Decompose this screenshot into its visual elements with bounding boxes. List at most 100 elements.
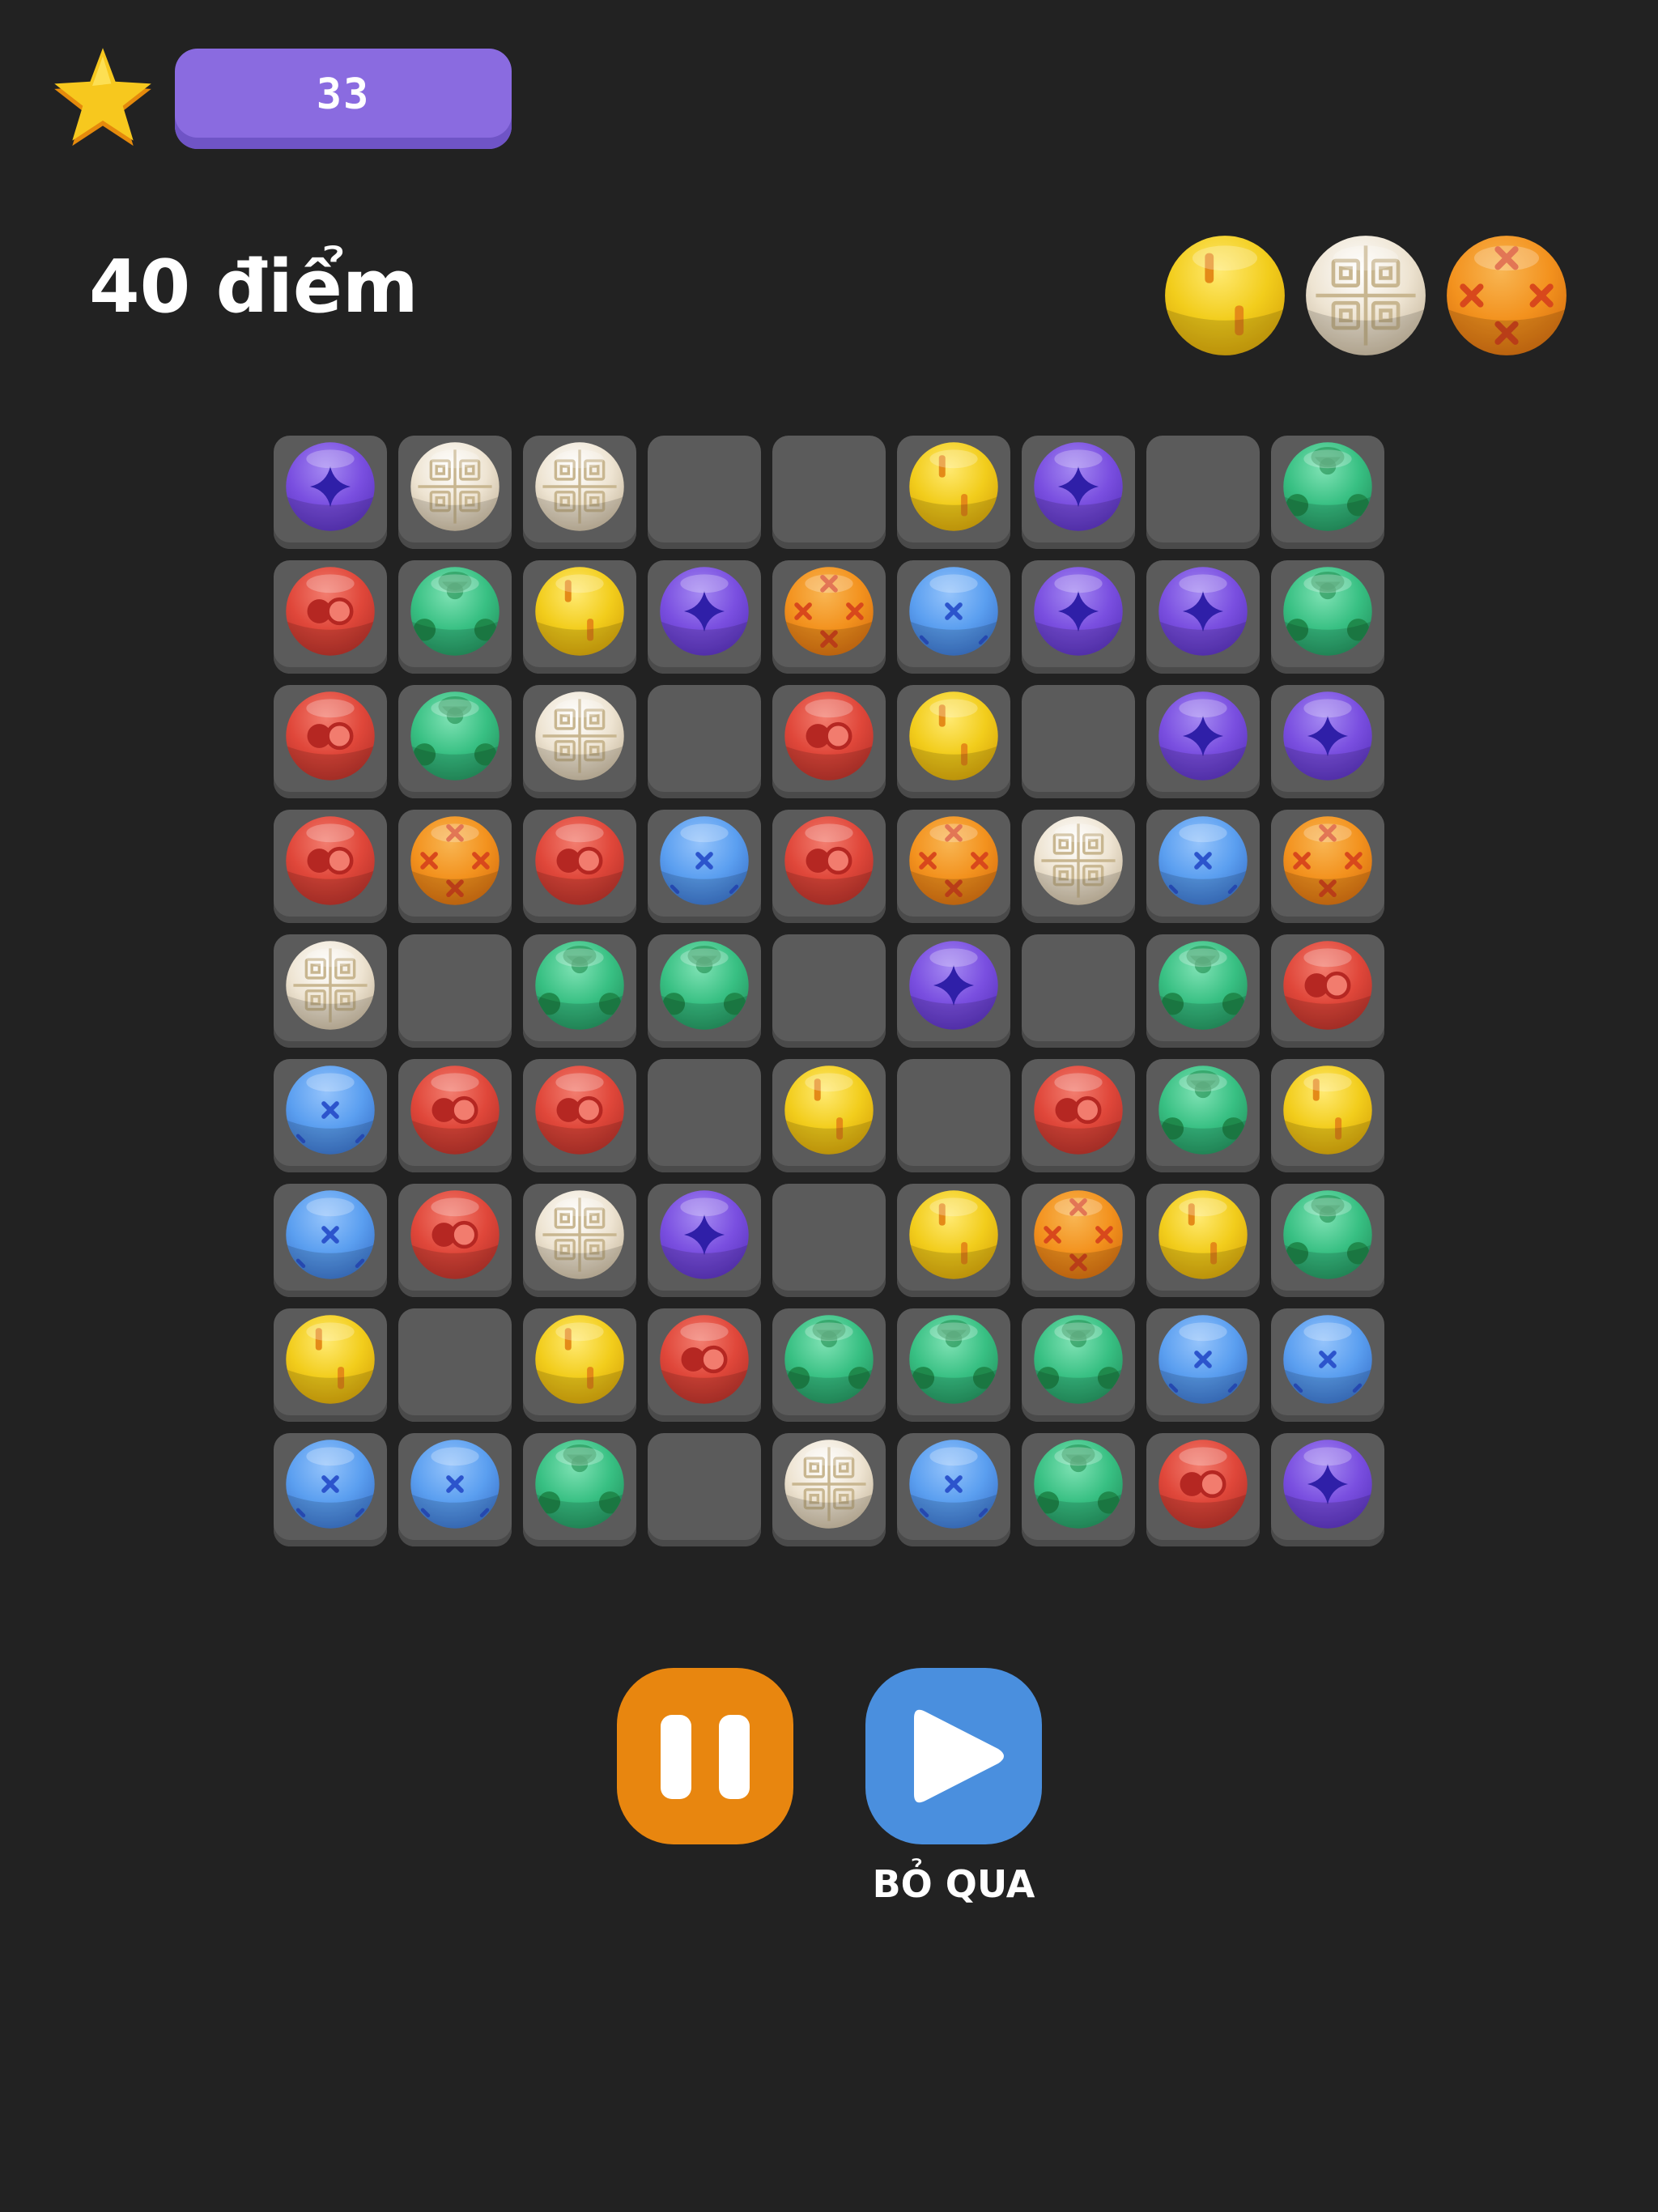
- green-ball[interactable]: [1032, 1438, 1124, 1530]
- yellow-ball[interactable]: [908, 1189, 1000, 1281]
- green-ball[interactable]: [1282, 1189, 1374, 1281]
- board-cell[interactable]: [897, 934, 1010, 1048]
- purple-ball[interactable]: [1282, 1438, 1374, 1530]
- board-cell[interactable]: [897, 810, 1010, 923]
- cream-ball[interactable]: [783, 1438, 875, 1530]
- board-cell[interactable]: [1022, 685, 1135, 798]
- board-cell[interactable]: [1146, 560, 1260, 674]
- green-ball[interactable]: [1282, 440, 1374, 533]
- green-ball[interactable]: [1282, 565, 1374, 657]
- board-cell[interactable]: [897, 685, 1010, 798]
- board-cell[interactable]: [1146, 810, 1260, 923]
- red-ball[interactable]: [783, 815, 875, 907]
- red-ball[interactable]: [534, 1064, 626, 1156]
- board-cell[interactable]: [523, 685, 636, 798]
- board-cell[interactable]: [1022, 810, 1135, 923]
- yellow-ball[interactable]: [534, 1313, 626, 1406]
- yellow-ball[interactable]: [1282, 1064, 1374, 1156]
- cream-ball[interactable]: [284, 939, 376, 1032]
- yellow-ball[interactable]: [534, 565, 626, 657]
- yellow-ball[interactable]: [284, 1313, 376, 1406]
- green-ball[interactable]: [1032, 1313, 1124, 1406]
- red-ball[interactable]: [1157, 1438, 1249, 1530]
- board-cell[interactable]: [648, 1308, 761, 1422]
- blue-ball[interactable]: [908, 1438, 1000, 1530]
- board-cell[interactable]: [772, 1059, 886, 1172]
- board-cell[interactable]: [772, 1433, 886, 1546]
- cream-ball[interactable]: [1032, 815, 1124, 907]
- board-cell[interactable]: [648, 934, 761, 1048]
- board-cell[interactable]: [772, 560, 886, 674]
- board-cell[interactable]: [897, 1308, 1010, 1422]
- purple-ball[interactable]: [658, 1189, 750, 1281]
- board-cell[interactable]: [274, 560, 387, 674]
- board-cell[interactable]: [1146, 1308, 1260, 1422]
- yellow-ball[interactable]: [783, 1064, 875, 1156]
- green-ball[interactable]: [409, 565, 501, 657]
- orange-ball[interactable]: [783, 565, 875, 657]
- board-cell[interactable]: [1022, 934, 1135, 1048]
- board-cell[interactable]: [398, 1059, 512, 1172]
- orange-ball[interactable]: [1032, 1189, 1124, 1281]
- purple-ball[interactable]: [908, 939, 1000, 1032]
- board-cell[interactable]: [1022, 1308, 1135, 1422]
- cream-ball[interactable]: [409, 440, 501, 533]
- board-cell[interactable]: [523, 1059, 636, 1172]
- yellow-ball[interactable]: [1157, 1189, 1249, 1281]
- board-cell[interactable]: [398, 560, 512, 674]
- board-cell[interactable]: [1146, 1059, 1260, 1172]
- board-cell[interactable]: [398, 810, 512, 923]
- purple-ball[interactable]: [1032, 440, 1124, 533]
- board-cell[interactable]: [1146, 934, 1260, 1048]
- cream-ball[interactable]: [534, 440, 626, 533]
- red-ball[interactable]: [409, 1189, 501, 1281]
- board-cell[interactable]: [523, 560, 636, 674]
- board-cell[interactable]: [648, 560, 761, 674]
- board-cell[interactable]: [274, 685, 387, 798]
- green-ball[interactable]: [1157, 1064, 1249, 1156]
- purple-ball[interactable]: [1157, 690, 1249, 782]
- board-cell[interactable]: [1271, 685, 1384, 798]
- board-cell[interactable]: [1271, 1433, 1384, 1546]
- green-ball[interactable]: [783, 1313, 875, 1406]
- board-cell[interactable]: [1146, 436, 1260, 549]
- board-cell[interactable]: [897, 560, 1010, 674]
- blue-ball[interactable]: [284, 1438, 376, 1530]
- board-cell[interactable]: [1022, 560, 1135, 674]
- board-cell[interactable]: [648, 810, 761, 923]
- green-ball[interactable]: [1157, 939, 1249, 1032]
- red-ball[interactable]: [1032, 1064, 1124, 1156]
- red-ball[interactable]: [534, 815, 626, 907]
- board-cell[interactable]: [1022, 1059, 1135, 1172]
- board-cell[interactable]: [398, 1308, 512, 1422]
- red-ball[interactable]: [284, 815, 376, 907]
- board-cell[interactable]: [648, 436, 761, 549]
- board-cell[interactable]: [274, 1059, 387, 1172]
- board-cell[interactable]: [274, 436, 387, 549]
- board-cell[interactable]: [648, 1059, 761, 1172]
- board-cell[interactable]: [398, 934, 512, 1048]
- orange-ball[interactable]: [409, 815, 501, 907]
- yellow-ball[interactable]: [908, 690, 1000, 782]
- board-cell[interactable]: [648, 685, 761, 798]
- board-cell[interactable]: [1271, 1184, 1384, 1297]
- purple-ball[interactable]: [1157, 565, 1249, 657]
- green-ball[interactable]: [908, 1313, 1000, 1406]
- board-cell[interactable]: [1271, 560, 1384, 674]
- board-cell[interactable]: [648, 1433, 761, 1546]
- green-ball[interactable]: [534, 1438, 626, 1530]
- red-ball[interactable]: [284, 690, 376, 782]
- board-cell[interactable]: [398, 1433, 512, 1546]
- board-cell[interactable]: [1146, 1433, 1260, 1546]
- cream-ball[interactable]: [534, 690, 626, 782]
- board-cell[interactable]: [523, 1308, 636, 1422]
- board-cell[interactable]: [1271, 934, 1384, 1048]
- board-cell[interactable]: [274, 1184, 387, 1297]
- red-ball[interactable]: [658, 1313, 750, 1406]
- green-ball[interactable]: [658, 939, 750, 1032]
- board-cell[interactable]: [274, 934, 387, 1048]
- board-cell[interactable]: [523, 1184, 636, 1297]
- board-cell[interactable]: [274, 810, 387, 923]
- board-cell[interactable]: [274, 1308, 387, 1422]
- blue-ball[interactable]: [1157, 815, 1249, 907]
